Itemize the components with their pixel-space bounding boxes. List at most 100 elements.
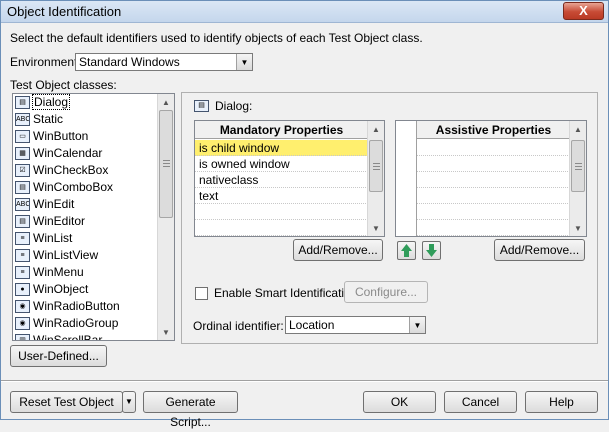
- user-defined-button[interactable]: User-Defined...: [10, 345, 107, 367]
- class-list-item-label: WinRadioButton: [33, 299, 120, 313]
- scroll-thumb[interactable]: [159, 110, 173, 218]
- scroll-up-icon[interactable]: ▲: [158, 94, 174, 110]
- assistive-properties-grid[interactable]: Assistive Properties ▲ ▼: [395, 120, 587, 237]
- dialog-icon: ▤: [194, 100, 209, 112]
- class-list-item-label: Dialog: [31, 94, 71, 110]
- class-list-items: ▤ Dialog ABC Static ▭ WinButton ▦ WinCalendar ☑ W…: [13, 94, 174, 341]
- assistive-scrollbar[interactable]: ▲ ▼: [569, 121, 586, 236]
- object-identification-dialog: Object Identification X Select the defau…: [0, 0, 609, 429]
- radiobutton-icon: ◉: [15, 300, 30, 313]
- class-list-item-label: WinButton: [33, 129, 89, 143]
- mandatory-row[interactable]: is child window: [195, 140, 368, 156]
- object-icon: ●: [15, 283, 30, 296]
- class-list-item[interactable]: ≡ WinList: [13, 230, 174, 247]
- class-list-item[interactable]: ABC Static: [13, 111, 174, 128]
- footer-separator: [1, 380, 608, 382]
- cancel-button[interactable]: Cancel: [444, 391, 517, 413]
- class-list-item[interactable]: ☑ WinCheckBox: [13, 162, 174, 179]
- move-up-button[interactable]: [397, 241, 416, 260]
- generate-script-button[interactable]: Generate Script...: [143, 391, 238, 429]
- mandatory-scrollbar[interactable]: ▲ ▼: [367, 121, 384, 236]
- scroll-thumb[interactable]: [571, 140, 585, 192]
- classes-label: Test Object classes:: [10, 78, 117, 92]
- assistive-row-empty[interactable]: [417, 156, 570, 172]
- window-title: Object Identification: [7, 4, 122, 19]
- class-list-item[interactable]: ▤ WinComboBox: [13, 179, 174, 196]
- smart-identification-checkbox[interactable]: [195, 287, 208, 300]
- scroll-thumb[interactable]: [369, 140, 383, 192]
- calendar-icon: ▦: [15, 147, 30, 160]
- class-list-item[interactable]: ▤ Dialog: [13, 94, 174, 111]
- ok-button[interactable]: OK: [363, 391, 436, 413]
- help-button[interactable]: Help: [525, 391, 598, 413]
- assistive-row-empty[interactable]: [417, 220, 570, 236]
- description-text: Select the default identifiers used to i…: [10, 31, 423, 45]
- combobox-icon: ▤: [15, 181, 30, 194]
- assistive-row-empty[interactable]: [417, 204, 570, 220]
- class-list-item[interactable]: ▤ WinEditor: [13, 213, 174, 230]
- close-button[interactable]: X: [563, 2, 604, 20]
- class-list-item[interactable]: ◉ WinRadioGroup: [13, 315, 174, 332]
- class-list-item-label: WinCheckBox: [33, 163, 109, 177]
- reset-test-object-button[interactable]: Reset Test Object: [10, 391, 123, 413]
- selected-class-label: Dialog:: [215, 99, 253, 113]
- title-bar: Object Identification X: [1, 1, 608, 23]
- scroll-down-icon[interactable]: ▼: [570, 220, 586, 236]
- class-list-item[interactable]: ABC WinEdit: [13, 196, 174, 213]
- close-icon: X: [579, 3, 588, 18]
- configure-button[interactable]: Configure...: [344, 281, 428, 303]
- list-icon: ≡: [15, 232, 30, 245]
- radiogroup-icon: ◉: [15, 317, 30, 330]
- scroll-down-icon[interactable]: ▼: [158, 324, 174, 340]
- assistive-row-empty[interactable]: [417, 188, 570, 204]
- dialog-icon: ▤: [15, 96, 30, 109]
- scroll-up-icon[interactable]: ▲: [570, 121, 586, 137]
- mandatory-row[interactable]: text: [195, 188, 368, 204]
- classes-scrollbar[interactable]: ▲ ▼: [157, 94, 174, 340]
- button-icon: ▭: [15, 130, 30, 143]
- mandatory-row-empty[interactable]: [195, 220, 368, 236]
- class-list-item-label: WinScrollBar: [33, 333, 103, 341]
- class-list-item[interactable]: ≡ WinMenu: [13, 264, 174, 281]
- edit-icon: ABC: [15, 198, 30, 211]
- ordinal-identifier-select[interactable]: Location ▼: [285, 316, 426, 334]
- class-list-item-label: Static: [33, 112, 64, 126]
- chevron-down-icon[interactable]: ▼: [409, 317, 425, 333]
- assistive-index-column: [396, 121, 417, 236]
- chevron-down-icon[interactable]: ▼: [236, 54, 252, 70]
- menu-icon: ≡: [15, 266, 30, 279]
- listview-icon: ≡: [15, 249, 30, 262]
- test-object-classes-list[interactable]: ▤ Dialog ABC Static ▭ WinButton ▦ WinCalendar ☑ W…: [12, 93, 175, 341]
- assistive-header: Assistive Properties: [417, 121, 570, 139]
- class-list-item[interactable]: ● WinObject: [13, 281, 174, 298]
- class-list-item[interactable]: ≡ WinListView: [13, 247, 174, 264]
- mandatory-row-empty[interactable]: [195, 204, 368, 220]
- class-list-item-label: WinObject: [33, 282, 89, 296]
- ordinal-identifier-value: Location: [289, 318, 335, 332]
- scroll-up-icon[interactable]: ▲: [368, 121, 384, 137]
- class-list-item[interactable]: ▥ WinScrollBar: [13, 332, 174, 341]
- class-list-item[interactable]: ▭ WinButton: [13, 128, 174, 145]
- class-list-item-label: WinListView: [33, 248, 99, 262]
- class-list-item[interactable]: ▦ WinCalendar: [13, 145, 174, 162]
- class-list-item-label: WinCalendar: [33, 146, 103, 160]
- class-list-item[interactable]: ◉ WinRadioButton: [13, 298, 174, 315]
- mandatory-properties-grid[interactable]: Mandatory Properties is child window is …: [194, 120, 385, 237]
- environment-select[interactable]: Standard Windows ▼: [75, 53, 253, 71]
- assistive-row-empty[interactable]: [417, 140, 570, 156]
- reset-dropdown-button[interactable]: ▼: [122, 391, 136, 413]
- add-remove-assistive-button[interactable]: Add/Remove...: [494, 239, 585, 261]
- editor-icon: ▤: [15, 215, 30, 228]
- mandatory-row[interactable]: is owned window: [195, 156, 368, 172]
- class-list-item-label: WinList: [33, 231, 73, 245]
- static-icon: ABC: [15, 113, 30, 126]
- scrollbar-icon: ▥: [15, 334, 30, 340]
- move-down-button[interactable]: [422, 241, 441, 260]
- add-remove-mandatory-button[interactable]: Add/Remove...: [293, 239, 383, 261]
- environment-label: Environment:: [10, 55, 81, 69]
- scroll-down-icon[interactable]: ▼: [368, 220, 384, 236]
- mandatory-row[interactable]: nativeclass: [195, 172, 368, 188]
- arrow-up-icon: [401, 244, 412, 257]
- properties-panel: ▤ Dialog: Mandatory Properties is child …: [181, 92, 598, 344]
- assistive-row-empty[interactable]: [417, 172, 570, 188]
